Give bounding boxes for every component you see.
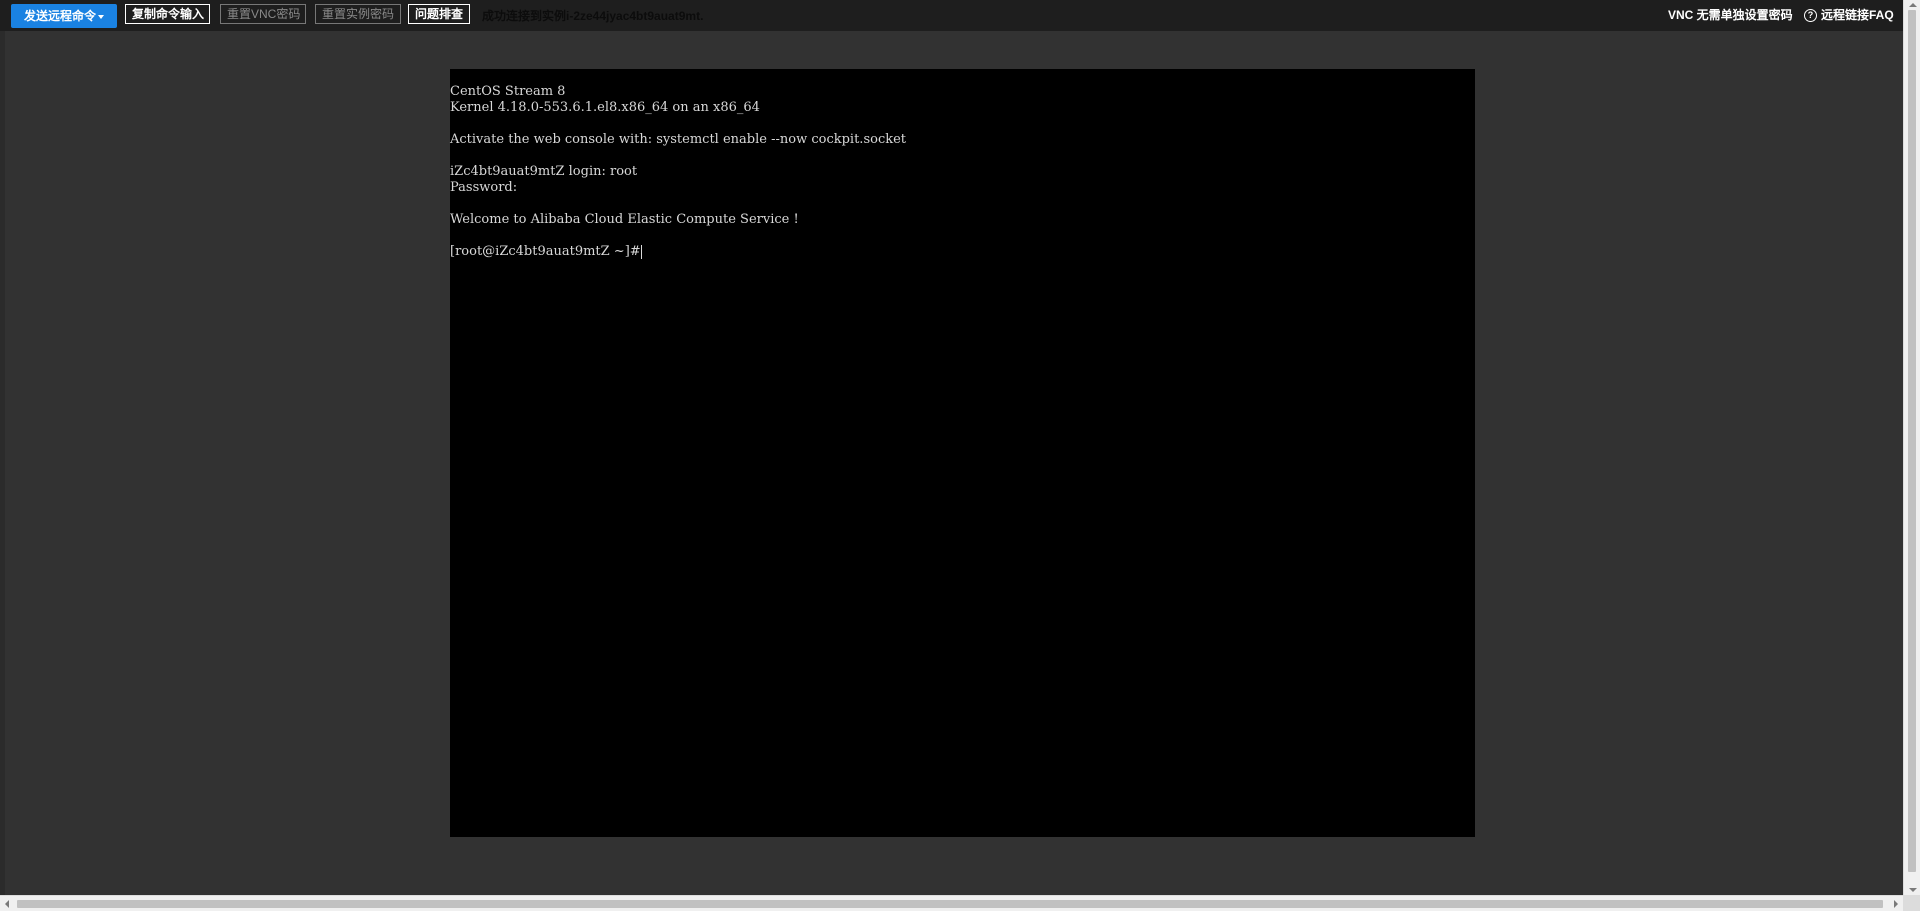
scroll-right-arrow-icon[interactable] xyxy=(1894,900,1898,908)
terminal-line: [root@iZc4bt9auat9mtZ ~]# xyxy=(450,244,642,259)
question-circle-icon: ? xyxy=(1804,8,1817,22)
horizontal-scrollbar-thumb[interactable] xyxy=(17,900,1883,908)
scroll-up-arrow-icon[interactable] xyxy=(1909,3,1917,7)
send-remote-command-label: 发送远程命令 xyxy=(23,9,96,23)
vnc-no-password-link[interactable]: VNC 无需单独设置密码 xyxy=(1668,7,1793,23)
scroll-left-arrow-icon[interactable] xyxy=(5,900,9,908)
horizontal-scrollbar[interactable] xyxy=(0,895,1903,911)
toolbar: 发送远程命令 复制命令输入 重置VNC密码 重置实例密码 问题排查 成功连接到实… xyxy=(0,0,1903,31)
caret-down-icon xyxy=(98,14,104,19)
copy-command-input-button[interactable]: 复制命令输入 xyxy=(125,4,210,24)
vertical-scrollbar[interactable] xyxy=(1903,0,1920,895)
scroll-down-arrow-icon[interactable] xyxy=(1909,888,1917,892)
terminal-line: iZc4bt9auat9mtZ login: root xyxy=(450,164,638,179)
vnc-console-window: 发送远程命令 复制命令输入 重置VNC密码 重置实例密码 问题排查 成功连接到实… xyxy=(0,0,1920,911)
terminal-line: CentOS Stream 8 xyxy=(450,84,566,99)
troubleshoot-button[interactable]: 问题排查 xyxy=(408,4,470,24)
terminal-screen[interactable]: CentOS Stream 8 Kernel 4.18.0-553.6.1.el8… xyxy=(450,69,1475,837)
terminal-line: Password: xyxy=(450,180,518,195)
terminal-line: Welcome to Alibaba Cloud Elastic Compute… xyxy=(450,212,799,227)
terminal-line: Activate the web console with: systemctl… xyxy=(450,132,907,147)
console-area: CentOS Stream 8 Kernel 4.18.0-553.6.1.el8… xyxy=(5,31,1903,895)
terminal-line: Kernel 4.18.0-553.6.1.el8.x86_64 on an x… xyxy=(450,100,760,115)
send-remote-command-button[interactable]: 发送远程命令 xyxy=(11,4,117,28)
terminal-cursor xyxy=(640,244,642,259)
connection-status-message: 成功连接到实例i-2ze44jyac4bt9auat9mt. xyxy=(482,9,704,23)
scrollbar-corner xyxy=(1903,895,1920,911)
remote-connect-faq-link[interactable]: ? 远程链接FAQ xyxy=(1804,7,1894,23)
reset-vnc-password-button[interactable]: 重置VNC密码 xyxy=(220,4,306,24)
reset-instance-password-button[interactable]: 重置实例密码 xyxy=(315,4,401,24)
remote-connect-faq-label: 远程链接FAQ xyxy=(1821,8,1894,22)
vertical-scrollbar-thumb[interactable] xyxy=(1908,10,1916,872)
